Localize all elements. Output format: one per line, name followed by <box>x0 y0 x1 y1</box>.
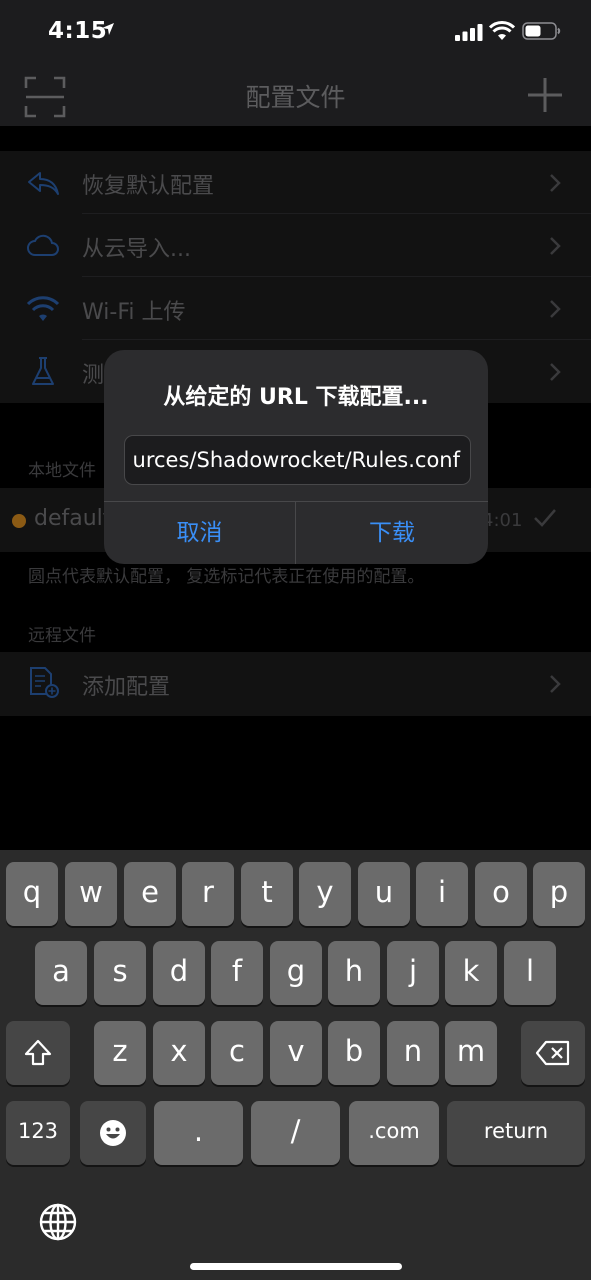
key-j[interactable]: j <box>387 941 439 1005</box>
cloud-icon <box>27 234 59 256</box>
dotcom-key[interactable]: .com <box>349 1101 439 1165</box>
chevron-right-icon <box>550 363 561 381</box>
config-file-name: default <box>34 506 112 531</box>
key-f[interactable]: f <box>211 941 263 1005</box>
add-config-row[interactable]: 添加配置 <box>0 652 591 716</box>
restore-default-row[interactable]: 恢复默认配置 <box>0 151 591 214</box>
test-label: 测 <box>82 363 105 388</box>
add-config-label: 添加配置 <box>82 675 171 700</box>
period-key[interactable]: . <box>154 1101 243 1165</box>
local-files-header: 本地文件 <box>28 461 96 481</box>
home-indicator <box>190 1263 402 1270</box>
chevron-right-icon <box>550 174 561 192</box>
battery-icon <box>522 22 561 40</box>
key-q[interactable]: q <box>6 862 58 926</box>
nav-bar: 配置文件 <box>0 62 591 126</box>
key-k[interactable]: k <box>445 941 497 1005</box>
globe-icon[interactable] <box>38 1202 78 1242</box>
status-bar: 4:15 <box>0 0 591 62</box>
key-o[interactable]: o <box>475 862 527 926</box>
key-a[interactable]: a <box>35 941 87 1005</box>
chevron-right-icon <box>550 675 561 693</box>
shift-icon <box>24 1039 52 1066</box>
key-s[interactable]: s <box>94 941 146 1005</box>
key-l[interactable]: l <box>504 941 556 1005</box>
key-m[interactable]: m <box>445 1021 497 1085</box>
undo-icon <box>28 172 59 195</box>
chevron-right-icon <box>550 237 561 255</box>
key-g[interactable]: g <box>270 941 322 1005</box>
key-x[interactable]: x <box>153 1021 205 1085</box>
add-document-icon <box>30 667 59 698</box>
checkmark-icon <box>534 509 556 527</box>
wifi-upload-row[interactable]: Wi-Fi 上传 <box>0 277 591 340</box>
cellular-signal-icon <box>455 24 483 41</box>
url-input-value: urces/Shadowrocket/Rules.conf <box>132 448 460 472</box>
restore-default-label: 恢复默认配置 <box>82 174 215 199</box>
wifi-status-icon <box>489 21 515 40</box>
key-c[interactable]: c <box>211 1021 263 1085</box>
emoji-icon <box>100 1120 126 1146</box>
status-time: 4:15 <box>48 18 108 44</box>
local-files-footer: 圆点代表默认配置， 复选标记代表正在使用的配置。 <box>28 567 425 587</box>
import-from-cloud-label: 从云导入... <box>82 237 191 262</box>
download-url-alert: 从给定的 URL 下载配置... urces/Shadowrocket/Rule… <box>104 350 488 564</box>
key-u[interactable]: u <box>358 862 410 926</box>
cancel-button[interactable]: 取消 <box>104 502 295 564</box>
key-n[interactable]: n <box>387 1021 439 1085</box>
return-key[interactable]: return <box>447 1101 585 1165</box>
key-y[interactable]: y <box>299 862 351 926</box>
remote-files-header: 远程文件 <box>28 626 96 646</box>
slash-key[interactable]: / <box>251 1101 340 1165</box>
emoji-key[interactable] <box>80 1101 146 1165</box>
delete-key[interactable] <box>521 1021 585 1085</box>
numbers-key[interactable]: 123 <box>6 1101 70 1165</box>
key-w[interactable]: w <box>65 862 117 926</box>
key-p[interactable]: p <box>533 862 585 926</box>
key-h[interactable]: h <box>328 941 380 1005</box>
config-file-time: 4:01 <box>482 510 523 531</box>
chevron-right-icon <box>550 300 561 318</box>
delete-icon <box>535 1040 570 1066</box>
download-button[interactable]: 下载 <box>296 502 488 564</box>
default-indicator-dot <box>12 514 26 528</box>
shift-key[interactable] <box>6 1021 70 1085</box>
location-arrow-icon <box>102 23 114 35</box>
remote-group: 添加配置 <box>0 652 591 716</box>
key-e[interactable]: e <box>124 862 176 926</box>
url-input[interactable]: urces/Shadowrocket/Rules.conf <box>124 435 471 485</box>
keyboard: q w e r t y u i o p a s d f g h j k l z … <box>0 850 591 1280</box>
wifi-icon <box>26 296 60 321</box>
key-t[interactable]: t <box>241 862 293 926</box>
key-z[interactable]: z <box>94 1021 146 1085</box>
flask-icon <box>32 357 54 385</box>
import-from-cloud-row[interactable]: 从云导入... <box>0 214 591 277</box>
add-icon[interactable] <box>526 76 564 114</box>
wifi-upload-label: Wi-Fi 上传 <box>82 300 186 325</box>
key-i[interactable]: i <box>416 862 468 926</box>
key-v[interactable]: v <box>270 1021 322 1085</box>
key-d[interactable]: d <box>153 941 205 1005</box>
key-b[interactable]: b <box>328 1021 380 1085</box>
key-r[interactable]: r <box>182 862 234 926</box>
alert-title: 从给定的 URL 下载配置... <box>163 385 429 410</box>
page-title: 配置文件 <box>245 83 346 112</box>
